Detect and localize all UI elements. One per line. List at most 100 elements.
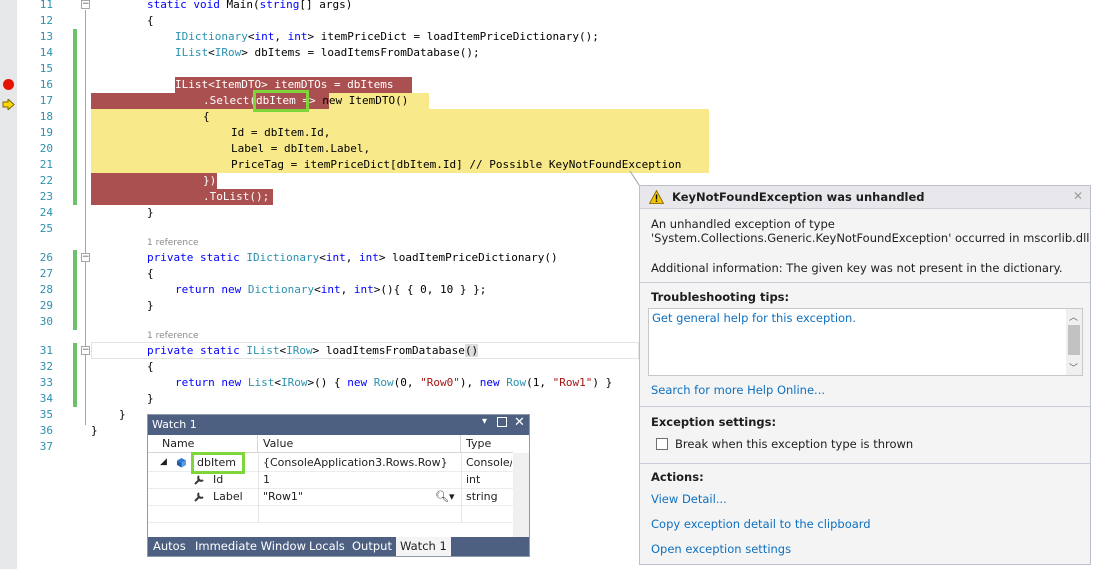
line-number: 25 <box>39 222 53 235</box>
watch-value: {ConsoleApplication3.Rows.Row} <box>263 456 448 469</box>
line-number: 31 <box>39 344 53 357</box>
indicator-margin[interactable] <box>0 0 17 569</box>
scroll-down-icon[interactable]: ﹀ <box>1069 361 1078 374</box>
watch-row-empty[interactable] <box>148 506 529 523</box>
watch-row[interactable]: Label "Row1" 🔍︎▾ string <box>148 489 529 506</box>
break-when-thrown-label[interactable]: Break when this exception type is thrown <box>675 437 913 451</box>
dropdown-icon[interactable]: ▾ <box>482 416 487 427</box>
dbitem-callout-box <box>253 90 309 112</box>
line-number: 11 <box>39 0 53 11</box>
object-icon <box>176 457 187 471</box>
exception-title: KeyNotFoundException was unhandled <box>672 190 925 204</box>
magnifier-icon[interactable]: 🔍︎▾ <box>435 490 455 503</box>
watch-value: "Row1" <box>263 490 303 503</box>
line-number: 18 <box>39 110 53 123</box>
code-lens-references[interactable]: 1 reference <box>147 238 199 248</box>
code-line: } <box>147 392 154 405</box>
line-number: 16 <box>39 78 53 91</box>
wrench-icon <box>194 474 205 488</box>
code-line: { <box>147 14 154 27</box>
line-number: 24 <box>39 206 53 219</box>
view-detail-link[interactable]: View Detail... <box>651 492 727 506</box>
line-number: 13 <box>39 30 53 43</box>
code-line: IDictionary<int, int> itemPriceDict = lo… <box>175 30 599 43</box>
exception-message-line: An unhandled exception of type <box>651 217 835 231</box>
code-line: private static IList<IRow> loadItemsFrom… <box>147 344 479 357</box>
code-line: } <box>119 408 126 421</box>
column-divider <box>258 453 259 523</box>
column-header-name[interactable]: Name <box>148 435 258 453</box>
line-number: 33 <box>39 376 53 389</box>
code-line: { <box>203 110 210 123</box>
watch-window[interactable]: Watch 1 ▾ ✕ Name Value Type ◢ dbItem {Co… <box>147 414 530 557</box>
watch-scrollbar[interactable] <box>513 453 529 538</box>
code-line: Id = dbItem.Id, <box>231 126 331 139</box>
copy-exception-detail-link[interactable]: Copy exception detail to the clipboard <box>651 517 871 531</box>
tips-scrollbar[interactable]: ︿ ﹀ <box>1066 309 1082 375</box>
code-line: static void Main(string[] args) <box>147 0 353 11</box>
watch-title: Watch 1 <box>152 418 197 431</box>
close-icon[interactable]: ✕ <box>514 415 525 430</box>
column-header-value[interactable]: Value <box>258 435 461 453</box>
code-lens-references[interactable]: 1 reference <box>147 331 199 341</box>
close-icon[interactable]: ✕ <box>1073 189 1083 203</box>
code-line: } <box>147 206 154 219</box>
line-number: 22 <box>39 174 53 187</box>
collapse-toggle-icon[interactable]: − <box>81 0 90 9</box>
code-line: PriceTag = itemPriceDict[dbItem.Id] // P… <box>231 158 682 171</box>
change-bar <box>73 29 77 205</box>
line-number: 26 <box>39 251 53 264</box>
tab-locals[interactable]: Locals <box>309 539 345 553</box>
watch-row[interactable]: Id 1 int <box>148 472 529 489</box>
actions-header: Actions: <box>651 470 704 484</box>
code-line: return new List<IRow>() { new Row(0, "Ro… <box>175 376 613 389</box>
code-line: } <box>91 424 98 437</box>
tab-immediate-window[interactable]: Immediate Window <box>195 539 306 553</box>
exception-helper[interactable]: KeyNotFoundException was unhandled ✕ An … <box>639 185 1091 565</box>
code-line: .ToList(); <box>203 190 270 203</box>
troubleshooting-list[interactable]: Get general help for this exception. ︿ ﹀ <box>648 308 1083 376</box>
watch-type: int <box>466 473 481 486</box>
watch-value: 1 <box>263 473 270 486</box>
line-number: 21 <box>39 158 53 171</box>
breakpoint-highlight <box>91 173 217 189</box>
line-number: 30 <box>39 315 53 328</box>
line-number: 28 <box>39 283 53 296</box>
line-number: 15 <box>39 62 53 75</box>
current-statement-arrow-icon <box>2 95 15 114</box>
code-line: private static IDictionary<int, int> loa… <box>147 251 558 264</box>
tab-watch-1[interactable]: Watch 1 <box>396 537 451 556</box>
scroll-thumb[interactable] <box>1068 325 1080 355</box>
code-line: return new Dictionary<int, int>(){ { 0, … <box>175 283 487 296</box>
watch-type: string <box>466 490 498 503</box>
line-number: 27 <box>39 267 53 280</box>
breakpoint-icon[interactable] <box>3 79 14 90</box>
maximize-icon[interactable] <box>497 417 507 427</box>
line-number: 14 <box>39 46 53 59</box>
general-help-link[interactable]: Get general help for this exception. <box>652 311 856 325</box>
change-bar <box>73 343 77 407</box>
collapse-toggle-icon[interactable]: − <box>81 253 90 262</box>
troubleshooting-section: Troubleshooting tips: Get general help f… <box>640 282 1090 404</box>
tab-output[interactable]: Output <box>352 539 392 553</box>
watch-type: Console/ <box>466 456 512 469</box>
search-help-online-link[interactable]: Search for more Help Online... <box>651 383 825 397</box>
debug-tabs: Autos Immediate Window Locals Output Wat… <box>148 537 529 556</box>
tab-autos[interactable]: Autos <box>153 539 186 553</box>
scroll-up-icon[interactable]: ︿ <box>1069 310 1078 323</box>
collapse-toggle-icon[interactable]: − <box>81 346 90 355</box>
exception-header: KeyNotFoundException was unhandled ✕ <box>640 186 1090 209</box>
watch-name: Id <box>213 473 224 486</box>
column-header-type[interactable]: Type <box>461 435 513 453</box>
open-exception-settings-link[interactable]: Open exception settings <box>651 542 791 556</box>
exception-settings-header: Exception settings: <box>651 415 777 429</box>
line-number: 34 <box>39 392 53 405</box>
watch-title-bar[interactable]: Watch 1 ▾ ✕ <box>148 415 529 435</box>
line-number: 20 <box>39 142 53 155</box>
watch-name: Label <box>213 490 243 503</box>
expand-icon[interactable]: ◢ <box>160 457 167 467</box>
warning-icon <box>648 189 665 207</box>
break-when-thrown-checkbox[interactable] <box>656 438 668 450</box>
line-number: 12 <box>39 14 53 27</box>
change-bar <box>73 250 77 330</box>
